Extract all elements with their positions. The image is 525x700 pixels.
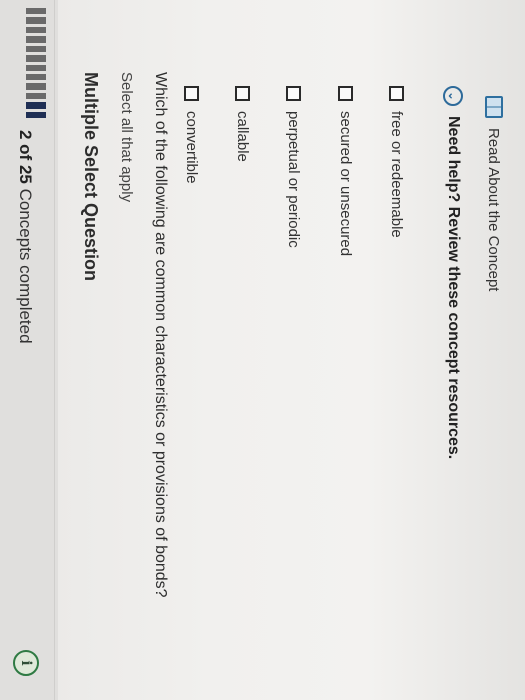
checkbox[interactable] — [286, 86, 302, 101]
checkbox[interactable] — [337, 86, 353, 101]
checkbox[interactable] — [389, 86, 404, 101]
option-free[interactable]: free or redeemable — [388, 86, 405, 386]
content-area: 2 of 25 Concepts completed i Multiple Se… — [0, 0, 525, 700]
chevron-circle-icon: ⌄ — [443, 86, 463, 106]
header-divider — [54, 0, 55, 700]
read-concept-link[interactable]: Read About the Concept — [485, 96, 503, 291]
question-instruction: Select all that apply — [118, 72, 135, 203]
question-title: Multiple Select Question — [81, 72, 101, 282]
help-label: Need help? Review these concept resource… — [445, 116, 462, 460]
option-label: convertible — [183, 111, 200, 184]
options-list: convertible callable perpetual or period… — [183, 86, 405, 386]
book-icon — [485, 96, 503, 118]
checkbox[interactable] — [184, 86, 199, 101]
progress-count: 2 of 25 — [16, 130, 35, 184]
option-label: free or redeemable — [388, 111, 405, 238]
option-label: secured or unsecured — [336, 111, 354, 257]
info-icon[interactable]: i — [13, 650, 39, 676]
read-concept-label: Read About the Concept — [485, 128, 503, 292]
option-convertible[interactable]: convertible — [183, 86, 200, 386]
progress-suffix: Concepts completed — [16, 188, 35, 344]
checkbox[interactable] — [235, 86, 251, 101]
option-label: callable — [234, 111, 252, 162]
option-label: perpetual or periodic — [285, 111, 303, 248]
help-toggle[interactable]: ⌄ Need help? Review these concept resour… — [443, 86, 463, 459]
option-perpetual[interactable]: perpetual or periodic — [286, 86, 303, 386]
option-callable[interactable]: callable — [234, 86, 251, 386]
question-prompt: Which of the following are common charac… — [152, 72, 169, 598]
option-secured[interactable]: secured or unsecured — [337, 86, 354, 386]
progress-text: 2 of 25 Concepts completed — [15, 130, 35, 344]
